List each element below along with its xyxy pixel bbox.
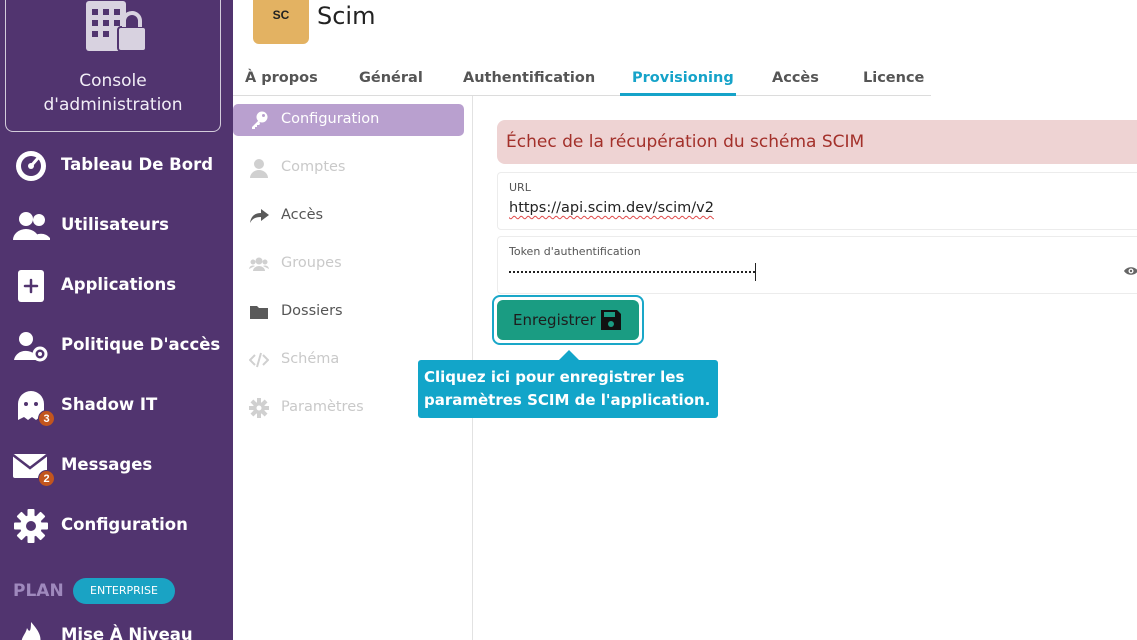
share-arrow-icon [250,209,269,223]
error-message: Échec de la récupération du schéma SCIM [506,132,865,152]
users-icon [13,212,50,240]
nav-upgrade[interactable]: Mise À Niveau [0,614,233,640]
tab-license[interactable]: Licence [863,70,924,86]
gear-icon [249,398,269,418]
gear-icon [14,509,48,543]
app-logo-text: SC [272,8,290,22]
user-gear-icon [14,332,48,362]
tooltip: Cliquez ici pour enregistrer les paramèt… [418,360,718,418]
app-logo: SC [253,0,309,44]
page-title: Scim [317,2,376,30]
tab-bar: À propos Général Authentification Provis… [233,65,931,96]
url-field[interactable]: URL https://api.scim.dev/scim/v2 [497,172,1137,230]
url-field-label: URL [509,181,531,194]
token-field[interactable]: Token d'authentification [497,236,1137,294]
subnav-label: Accès [281,207,324,223]
token-field-masked-value[interactable] [509,271,755,273]
save-button[interactable]: Enregistrer [497,300,639,340]
nav-users[interactable]: Utilisateurs [0,204,233,248]
subnav-label: Configuration [281,111,380,127]
building-lock-icon [86,1,147,51]
eye-icon[interactable] [1123,264,1137,278]
console-label: Console d'administration [43,71,183,115]
subnav-label: Schéma [281,351,340,367]
nav-access-policy[interactable]: Politique D'accès [0,324,233,368]
key-icon [252,111,268,129]
group-icon [249,257,269,271]
error-banner: Échec de la récupération du schéma SCIM [497,120,1137,164]
nav-configuration[interactable]: Configuration [0,504,233,548]
folder-icon [250,306,268,319]
code-icon [249,352,269,368]
subnav-accounts[interactable]: Comptes [233,152,473,184]
subnav-configuration[interactable]: Configuration [233,104,473,136]
nav-messages[interactable]: 2 Messages [0,444,233,488]
fire-icon [21,622,41,640]
tab-provisioning[interactable]: Provisioning [632,70,734,86]
nav-label: Mise À Niveau [61,625,193,640]
url-field-value[interactable]: https://api.scim.dev/scim/v2 [509,200,714,216]
subnav-label: Comptes [281,159,346,175]
text-cursor [755,263,756,281]
tooltip-text: Cliquez ici pour enregistrer les paramèt… [424,368,711,409]
dashboard-gauge-icon [16,151,46,181]
sidebar: Console d'administration Tableau De Bord… [0,0,233,640]
active-tab-indicator [620,93,736,96]
nav-shadow-it[interactable]: 3 Shadow IT [0,384,233,428]
plus-square-icon [18,270,44,302]
nav-label: Utilisateurs [61,215,169,234]
save-button-label: Enregistrer [513,311,596,329]
subnav-access[interactable]: Accès [233,200,473,232]
tab-authentication[interactable]: Authentification [463,70,595,86]
nav-label: Applications [61,275,177,294]
nav-label: Tableau De Bord [61,155,214,174]
admin-console-card[interactable]: Console d'administration [5,0,221,132]
subnav-label: Groupes [281,255,342,271]
tab-access[interactable]: Accès [772,70,819,86]
subnav-groups[interactable]: Groupes [233,248,473,280]
tab-about[interactable]: À propos [245,70,318,86]
subnav-label: Paramètres [281,399,364,415]
token-field-label: Token d'authentification [509,245,641,258]
nav-label: Messages [61,455,153,474]
subnav-label: Dossiers [281,303,343,319]
plan-label: PLAN [13,581,64,601]
plan-badge: ENTERPRISE [73,578,175,604]
tooltip-arrow [559,350,579,360]
nav-label: Configuration [61,515,188,534]
nav-applications[interactable]: Applications [0,264,233,308]
user-icon [250,159,268,178]
floppy-disk-icon [601,310,621,330]
nav-label: Politique D'accès [61,335,221,354]
nav-label: Shadow IT [61,395,158,414]
tab-general[interactable]: Général [359,70,423,86]
shadow-it-badge: 3 [38,410,55,427]
nav-dashboard[interactable]: Tableau De Bord [0,144,233,188]
messages-badge: 2 [38,470,55,487]
subnav-folders[interactable]: Dossiers [233,296,473,328]
